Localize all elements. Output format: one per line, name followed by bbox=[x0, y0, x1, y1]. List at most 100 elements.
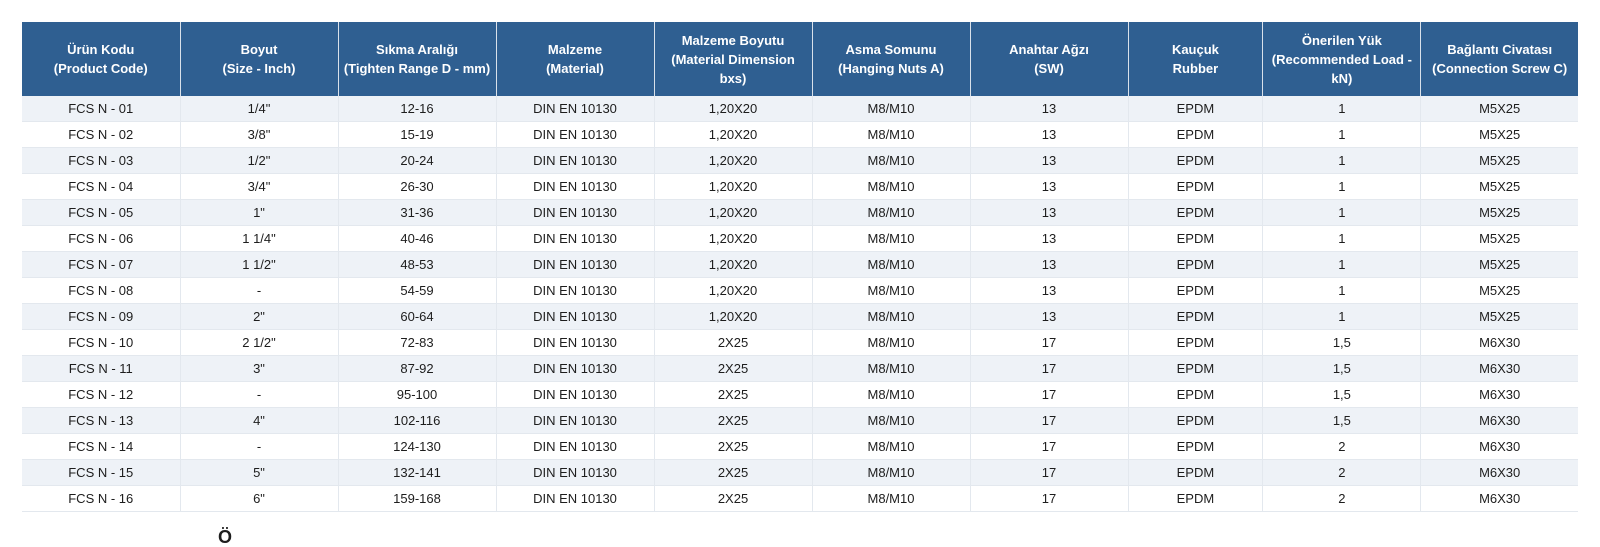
cell-material: DIN EN 10130 bbox=[496, 459, 655, 486]
cell-size: - bbox=[180, 277, 339, 304]
column-header-tighten-range: Sıkma Aralığı (Tighten Range D - mm) bbox=[338, 22, 497, 96]
cell-recommended-load: 1 bbox=[1262, 225, 1422, 252]
cell-product-code: FCS N - 05 bbox=[22, 199, 181, 226]
cell-size: 6" bbox=[180, 485, 339, 512]
cell-tighten-range: 87-92 bbox=[338, 355, 497, 382]
cell-material-dimension: 1,20X20 bbox=[654, 96, 813, 122]
cell-size: - bbox=[180, 381, 339, 408]
cell-connection-screw: M6X30 bbox=[1420, 355, 1578, 382]
cell-size: 1 1/2" bbox=[180, 251, 339, 278]
table-row: FCS N - 07 1 1/2" 48-53 DIN EN 10130 1,20X20… bbox=[22, 251, 1578, 278]
cell-connection-screw: M5X25 bbox=[1420, 96, 1578, 122]
column-header-text: (Tighten Range D - mm) bbox=[343, 61, 491, 76]
cell-tighten-range: 72-83 bbox=[338, 329, 497, 356]
column-header-material: Malzeme (Material) bbox=[496, 22, 655, 96]
column-header-text: Malzeme bbox=[547, 42, 603, 57]
cell-wrench-size: 17 bbox=[970, 355, 1129, 382]
column-header-connection-screw: Bağlantı Civatası (Connection Screw C) bbox=[1420, 22, 1578, 96]
cell-connection-screw: M5X25 bbox=[1420, 147, 1578, 174]
column-header-text: Anahtar Ağzı bbox=[1009, 42, 1089, 57]
cell-connection-screw: M5X25 bbox=[1420, 121, 1578, 148]
cell-material-dimension: 2X25 bbox=[654, 485, 813, 512]
column-header-text: Önerilen Yük bbox=[1301, 32, 1382, 48]
cell-recommended-load: 1 bbox=[1262, 121, 1422, 148]
cell-wrench-size: 13 bbox=[970, 225, 1129, 252]
column-header-text: Ürün Kodu bbox=[67, 42, 135, 57]
cell-hanging-nuts: M8/M10 bbox=[812, 277, 971, 304]
table-body: FCS N - 01 1/4" 12-16 DIN EN 10130 1,20X20 M8… bbox=[22, 96, 1578, 512]
cell-hanging-nuts: M8/M10 bbox=[812, 173, 971, 200]
column-header-text: (Product Code) bbox=[53, 61, 148, 76]
cell-product-code: FCS N - 13 bbox=[22, 407, 181, 434]
cell-wrench-size: 13 bbox=[970, 199, 1129, 226]
table-row: FCS N - 16 6" 159-168 DIN EN 10130 2X25 M8/M1… bbox=[22, 485, 1578, 512]
table-row: FCS N - 03 1/2" 20-24 DIN EN 10130 1,20X20 M8… bbox=[22, 147, 1578, 174]
table-row: FCS N - 06 1 1/4" 40-46 DIN EN 10130 1,20X20… bbox=[22, 225, 1578, 252]
column-header-text: Boyut bbox=[240, 42, 278, 57]
table-row: FCS N - 05 1" 31-36 DIN EN 10130 1,20X20 M8/M… bbox=[22, 199, 1578, 226]
cell-material-dimension: 2X25 bbox=[654, 355, 813, 382]
table-row: FCS N - 11 3" 87-92 DIN EN 10130 2X25 M8/M10 1… bbox=[22, 355, 1578, 382]
cell-rubber: EPDM bbox=[1128, 407, 1264, 434]
cell-hanging-nuts: M8/M10 bbox=[812, 459, 971, 486]
table-row: FCS N - 02 3/8" 15-19 DIN EN 10130 1,20X20 M8… bbox=[22, 121, 1578, 148]
cell-rubber: EPDM bbox=[1128, 303, 1264, 330]
cell-size: 2" bbox=[180, 303, 339, 330]
cell-material-dimension: 2X25 bbox=[654, 329, 813, 356]
cell-rubber: EPDM bbox=[1128, 433, 1264, 460]
cell-product-code: FCS N - 08 bbox=[22, 277, 181, 304]
cell-tighten-range: 40-46 bbox=[338, 225, 497, 252]
cell-product-code: FCS N - 16 bbox=[22, 485, 181, 512]
cell-wrench-size: 13 bbox=[970, 147, 1129, 174]
cell-product-code: FCS N - 03 bbox=[22, 147, 181, 174]
cell-product-code: FCS N - 09 bbox=[22, 303, 181, 330]
cell-rubber: EPDM bbox=[1128, 96, 1264, 122]
cell-tighten-range: 60-64 bbox=[338, 303, 497, 330]
cell-rubber: EPDM bbox=[1128, 251, 1264, 278]
column-header-text: Malzeme Boyutu bbox=[681, 32, 785, 48]
cell-rubber: EPDM bbox=[1128, 225, 1264, 252]
cell-hanging-nuts: M8/M10 bbox=[812, 121, 971, 148]
cell-material-dimension: 2X25 bbox=[654, 433, 813, 460]
cell-tighten-range: 20-24 bbox=[338, 147, 497, 174]
cell-recommended-load: 1,5 bbox=[1262, 355, 1422, 382]
cell-recommended-load: 1,5 bbox=[1262, 381, 1422, 408]
cell-tighten-range: 124-130 bbox=[338, 433, 497, 460]
cell-product-code: FCS N - 06 bbox=[22, 225, 181, 252]
cell-tighten-range: 26-30 bbox=[338, 173, 497, 200]
cell-hanging-nuts: M8/M10 bbox=[812, 355, 971, 382]
cell-material: DIN EN 10130 bbox=[496, 303, 655, 330]
cell-rubber: EPDM bbox=[1128, 173, 1264, 200]
cell-wrench-size: 17 bbox=[970, 407, 1129, 434]
cell-rubber: EPDM bbox=[1128, 277, 1264, 304]
cell-material-dimension: 1,20X20 bbox=[654, 277, 813, 304]
cell-rubber: EPDM bbox=[1128, 121, 1264, 148]
cell-hanging-nuts: M8/M10 bbox=[812, 96, 971, 122]
cell-wrench-size: 13 bbox=[970, 277, 1129, 304]
table-row: FCS N - 01 1/4" 12-16 DIN EN 10130 1,20X20 M8… bbox=[22, 96, 1578, 122]
cell-material: DIN EN 10130 bbox=[496, 381, 655, 408]
cell-product-code: FCS N - 14 bbox=[22, 433, 181, 460]
cell-tighten-range: 15-19 bbox=[338, 121, 497, 148]
cell-product-code: FCS N - 11 bbox=[22, 355, 181, 382]
cell-recommended-load: 1 bbox=[1262, 173, 1422, 200]
table-row: FCS N - 12-95-100 DIN EN 10130 2X25 M8/M10 1… bbox=[22, 381, 1578, 408]
cell-size: 1" bbox=[180, 199, 339, 226]
cell-size: - bbox=[180, 433, 339, 460]
cell-material-dimension: 1,20X20 bbox=[654, 147, 813, 174]
cell-size: 5" bbox=[180, 459, 339, 486]
cell-connection-screw: M5X25 bbox=[1420, 251, 1578, 278]
column-header-material-dimension: Malzeme Boyutu (Material Dimension bxs) bbox=[654, 22, 813, 96]
column-header-text: (Hanging Nuts A) bbox=[838, 61, 944, 76]
cell-connection-screw: M6X30 bbox=[1420, 485, 1578, 512]
cell-material: DIN EN 10130 bbox=[496, 199, 655, 226]
cell-tighten-range: 12-16 bbox=[338, 96, 497, 122]
cell-size: 1/4" bbox=[180, 96, 339, 122]
cell-product-code: FCS N - 07 bbox=[22, 251, 181, 278]
cell-tighten-range: 54-59 bbox=[338, 277, 497, 304]
table-row: FCS N - 04 3/4" 26-30 DIN EN 10130 1,20X20 M8… bbox=[22, 173, 1578, 200]
cell-hanging-nuts: M8/M10 bbox=[812, 381, 971, 408]
cell-hanging-nuts: M8/M10 bbox=[812, 199, 971, 226]
cell-recommended-load: 1,5 bbox=[1262, 407, 1422, 434]
cell-material: DIN EN 10130 bbox=[496, 121, 655, 148]
